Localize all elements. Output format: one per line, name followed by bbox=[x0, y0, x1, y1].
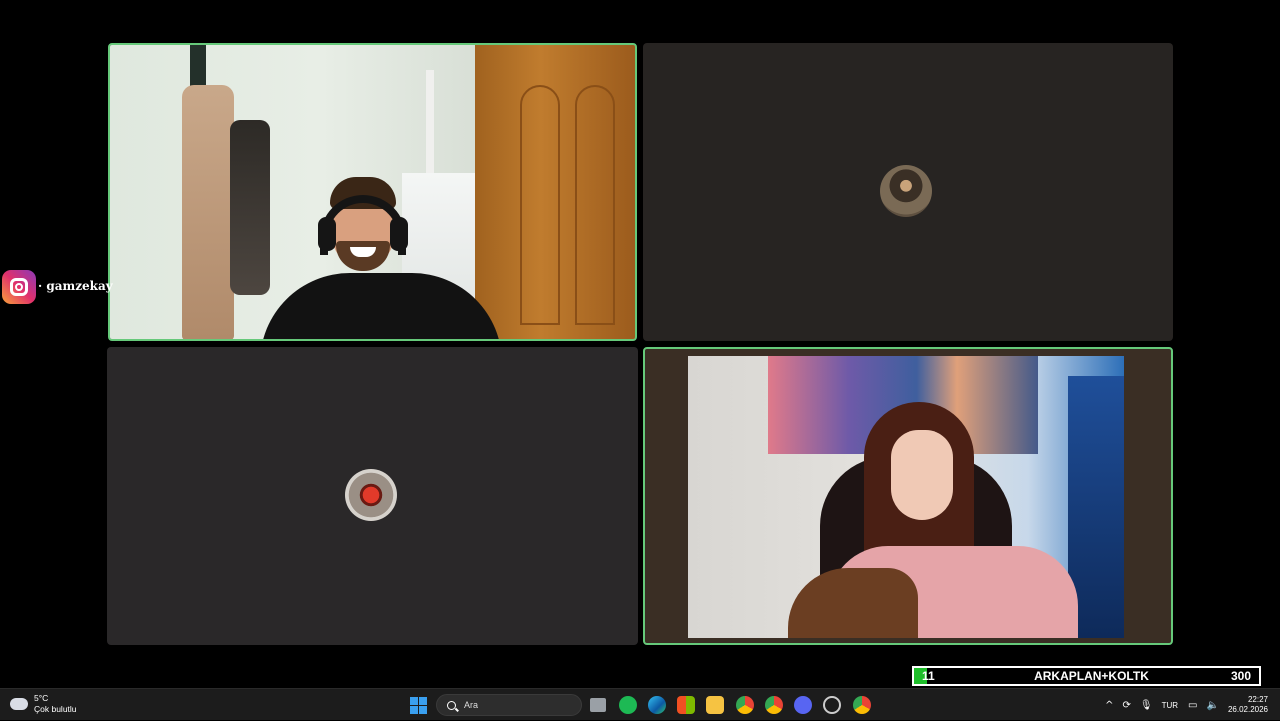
windows-taskbar: 5°C Çok bulutlu Ara ^ ⟳ 🎙 TUR ▭ 🔈 22:27 … bbox=[0, 688, 1280, 720]
discord-icon[interactable] bbox=[794, 696, 812, 714]
monitor-icon[interactable]: ▭ bbox=[1188, 700, 1197, 711]
participant-1-video bbox=[110, 45, 635, 339]
spotify-icon[interactable] bbox=[619, 696, 637, 714]
weather-widget[interactable]: 5°C Çok bulutlu bbox=[10, 693, 77, 715]
settings-icon[interactable] bbox=[823, 696, 841, 714]
donation-goal-target: 300 bbox=[1230, 669, 1251, 683]
clock-time: 22:27 bbox=[1247, 695, 1268, 704]
windows-start-icon[interactable] bbox=[410, 697, 427, 714]
donation-goal-current: 11 bbox=[922, 669, 935, 683]
taskbar-clock[interactable]: 22:27 26.02.2026 bbox=[1228, 695, 1268, 715]
speaker-icon[interactable]: 🔈 bbox=[1207, 700, 1219, 711]
chevron-up-icon[interactable]: ^ bbox=[1105, 700, 1113, 711]
chrome-icon[interactable] bbox=[736, 696, 754, 714]
language-indicator[interactable]: TUR bbox=[1162, 701, 1178, 710]
search-placeholder: Ara bbox=[464, 700, 479, 710]
file-explorer-icon[interactable] bbox=[706, 696, 724, 714]
weather-temperature: 5°C bbox=[34, 693, 49, 703]
edge-icon[interactable] bbox=[648, 696, 666, 714]
participant-tile-1[interactable] bbox=[108, 43, 637, 341]
video-call-stage: · gamzekay 11 ARKAPLAN+KOLTK 300 bbox=[0, 0, 1280, 688]
chrome-active-icon[interactable] bbox=[853, 696, 871, 714]
participant-2-avatar bbox=[880, 165, 932, 217]
search-icon bbox=[447, 700, 456, 710]
instagram-handle: · gamzekay bbox=[38, 279, 113, 293]
cloud-icon bbox=[10, 693, 28, 710]
store-icon[interactable] bbox=[677, 696, 695, 714]
taskbar-search-box[interactable]: Ara bbox=[436, 694, 582, 716]
participant-3-avatar bbox=[345, 469, 397, 521]
system-tray: ^ ⟳ 🎙 TUR ▭ 🔈 22:27 26.02.2026 bbox=[1105, 689, 1280, 721]
donation-goal-bar: 11 ARKAPLAN+KOLTK 300 bbox=[912, 666, 1261, 686]
clock-date: 26.02.2026 bbox=[1227, 705, 1268, 714]
participant-tile-4[interactable] bbox=[643, 347, 1173, 645]
microphone-icon[interactable]: 🎙 bbox=[1140, 700, 1153, 711]
participant-tile-2[interactable] bbox=[643, 43, 1173, 341]
task-view-icon[interactable] bbox=[590, 698, 606, 712]
donation-goal-label: ARKAPLAN+KOLTK bbox=[1034, 669, 1149, 683]
weather-description: Çok bulutlu bbox=[34, 704, 77, 714]
sync-icon[interactable]: ⟳ bbox=[1123, 700, 1131, 711]
participant-tile-3[interactable] bbox=[107, 347, 638, 645]
chrome-profile-icon[interactable] bbox=[765, 696, 783, 714]
participant-4-video bbox=[688, 356, 1124, 638]
instagram-icon bbox=[2, 270, 36, 304]
